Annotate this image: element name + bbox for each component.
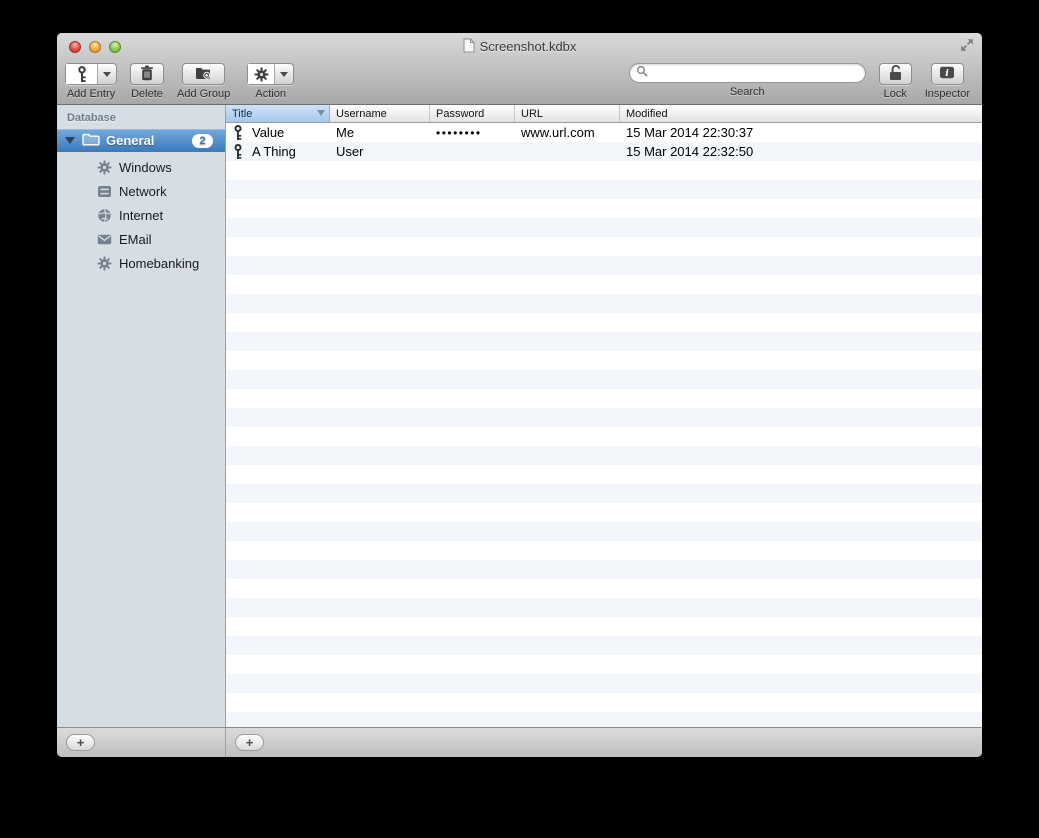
window-title-area: Screenshot.kdbx	[463, 38, 577, 56]
entry-username: User	[336, 144, 364, 159]
table-header: Title Username Password URL Modified	[226, 105, 982, 123]
search-label: Search	[729, 86, 765, 98]
sidebar-item-windows[interactable]: Windows	[57, 155, 225, 179]
entry-modified: 15 Mar 2014 22:32:50	[626, 144, 754, 159]
action-toolbar-item: Action	[247, 63, 295, 100]
delete-label: Delete	[131, 88, 163, 100]
sidebar-item-label: Windows	[119, 159, 172, 175]
sidebar-item-internet[interactable]: Internet	[57, 203, 225, 227]
sidebar-item-network[interactable]: Network	[57, 179, 225, 203]
folder-icon	[82, 133, 100, 149]
gear-icon	[248, 64, 275, 84]
sidebar-section-database: Database	[67, 112, 116, 124]
group-label: General	[106, 133, 155, 148]
add-entry-button[interactable]	[65, 63, 117, 85]
search-field[interactable]	[628, 63, 866, 83]
column-header-password[interactable]: Password	[430, 105, 515, 122]
table-bottom-bar: +	[226, 728, 982, 757]
key-icon	[66, 64, 97, 84]
titlebar[interactable]: Screenshot.kdbx	[57, 33, 982, 60]
add-entry-label: Add Entry	[66, 88, 116, 100]
minimize-button[interactable]	[89, 41, 101, 53]
search-input[interactable]	[651, 65, 859, 81]
column-header-title[interactable]: Title	[226, 105, 330, 122]
trash-icon	[140, 65, 154, 84]
folder-plus-icon	[195, 66, 212, 83]
delete-button[interactable]	[130, 63, 164, 85]
sidebar-item-label: Homebanking	[119, 255, 200, 271]
sidebar-item-label: EMail	[119, 231, 152, 247]
app-window: Screenshot.kdbx Add Entry Delete Add Gro…	[57, 33, 982, 757]
lock-button[interactable]	[878, 63, 912, 85]
action-button[interactable]	[247, 63, 295, 85]
search-icon	[636, 64, 648, 82]
fullscreen-icon[interactable]	[960, 38, 974, 57]
toolbar: Add Entry Delete Add Group Action Search…	[57, 60, 982, 104]
entry-count-badge: 2	[192, 133, 213, 148]
sidebar-item-email[interactable]: EMail	[57, 227, 225, 251]
column-header-modified[interactable]: Modified	[620, 105, 982, 122]
search-toolbar-item: Search	[628, 63, 866, 98]
traffic-lights	[69, 41, 121, 53]
sidebar-item-label: Network	[119, 183, 167, 199]
sort-descending-icon	[317, 110, 325, 116]
add-group-label: Add Group	[177, 88, 231, 100]
inspector-button[interactable]: i	[930, 63, 964, 85]
sidebar-item-label: Internet	[119, 207, 164, 223]
lock-label: Lock	[883, 88, 907, 100]
inspector-toolbar-item: i Inspector	[925, 63, 970, 100]
key-icon	[233, 124, 243, 141]
action-dropdown[interactable]	[274, 64, 293, 84]
entry-row[interactable]: Value Me •••••••• www.url.com 15 Mar 201…	[226, 123, 982, 142]
key-icon	[233, 143, 243, 160]
entry-url	[515, 142, 620, 161]
close-button[interactable]	[69, 41, 81, 53]
column-header-username[interactable]: Username	[330, 105, 430, 122]
add-group-plus-button[interactable]: +	[66, 734, 95, 751]
gear-icon	[96, 159, 112, 175]
add-entry-plus-button[interactable]: +	[235, 734, 264, 751]
add-group-toolbar-item: Add Group	[177, 63, 230, 100]
entry-password: ••••••••	[436, 125, 482, 140]
entry-row[interactable]: A Thing User 15 Mar 2014 22:32:50	[226, 142, 982, 161]
document-icon	[463, 38, 475, 56]
entry-modified: 15 Mar 2014 22:30:37	[626, 125, 754, 140]
entry-url: www.url.com	[521, 125, 595, 140]
delete-toolbar-item: Delete	[130, 63, 164, 100]
sidebar-bottom-bar: +	[57, 728, 226, 757]
sidebar: Database General 2 Windows Network Inter…	[57, 105, 226, 727]
sidebar-group-general[interactable]: General 2	[57, 129, 225, 152]
globe-icon	[96, 207, 112, 223]
svg-text:i: i	[946, 68, 950, 79]
network-icon	[96, 183, 112, 199]
sidebar-item-homebanking[interactable]: Homebanking	[57, 251, 225, 275]
column-header-url[interactable]: URL	[515, 105, 620, 122]
action-label: Action	[255, 88, 286, 100]
chevron-down-icon	[103, 71, 111, 77]
entry-title: Value	[252, 125, 285, 140]
inspector-label: Inspector	[924, 88, 970, 100]
unlocked-padlock-icon	[888, 64, 903, 84]
add-entry-dropdown[interactable]	[97, 64, 116, 84]
entry-list: Value Me •••••••• www.url.com 15 Mar 201…	[226, 123, 982, 727]
content-area: Database General 2 Windows Network Inter…	[57, 105, 982, 727]
entry-username: Me	[336, 125, 355, 140]
gear-icon	[96, 255, 112, 271]
entry-password	[430, 142, 515, 161]
entry-title: A Thing	[252, 144, 296, 159]
window-title: Screenshot.kdbx	[479, 39, 577, 54]
add-group-button[interactable]	[182, 63, 226, 85]
envelope-icon	[96, 231, 112, 247]
add-entry-toolbar-item: Add Entry	[65, 63, 117, 100]
entry-table: Title Username Password URL Modified Val…	[226, 105, 982, 727]
sidebar-items: Windows Network Internet EMail Homebanki…	[57, 155, 225, 275]
chevron-down-icon	[280, 71, 289, 77]
window-chrome: Screenshot.kdbx Add Entry Delete Add Gro…	[57, 33, 982, 105]
bottom-bar: + +	[57, 727, 982, 757]
info-icon: i	[939, 66, 955, 82]
zoom-button[interactable]	[109, 41, 121, 53]
disclosure-triangle-icon[interactable]	[65, 137, 75, 144]
lock-toolbar-item: Lock	[878, 63, 912, 100]
